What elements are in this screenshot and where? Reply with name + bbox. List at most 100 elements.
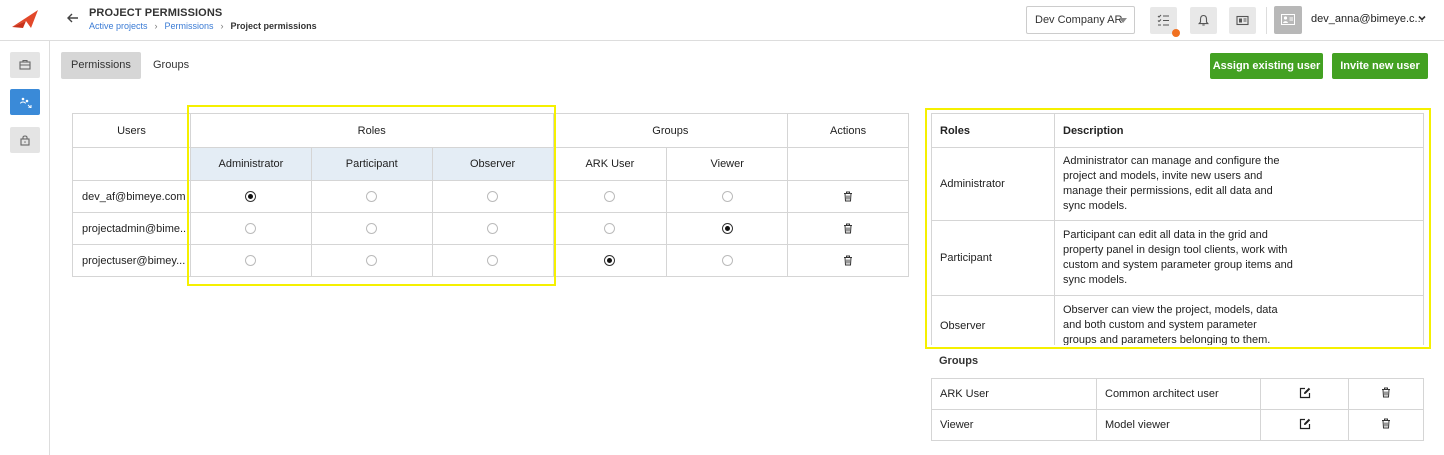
actions-cell	[787, 180, 909, 213]
breadcrumb-active-projects[interactable]: Active projects	[89, 21, 148, 31]
page-title: PROJECT PERMISSIONS	[89, 7, 223, 19]
role-description-cell: Administrator can manage and configure t…	[1054, 147, 1424, 221]
radio-observer[interactable]	[487, 223, 499, 235]
radio-administrator[interactable]	[245, 191, 257, 203]
id-card-button[interactable]	[1229, 7, 1256, 34]
radio-participant[interactable]	[366, 255, 378, 267]
group-cell	[666, 212, 789, 245]
column-header-viewer: Viewer	[666, 147, 789, 181]
tab-groups[interactable]: Groups	[143, 52, 199, 79]
radio-ark-user[interactable]	[604, 223, 616, 235]
bell-icon	[1198, 14, 1209, 26]
role-description: Observer can view the project, models, d…	[1063, 304, 1278, 346]
column-header-participant: Participant	[310, 147, 433, 181]
tasks-button[interactable]	[1150, 7, 1180, 37]
group-description: Model viewer	[1096, 409, 1261, 441]
app-logo-icon[interactable]	[11, 9, 39, 29]
role-cell	[431, 244, 554, 277]
radio-ark-user[interactable]	[604, 191, 616, 203]
edit-icon[interactable]	[1299, 418, 1311, 430]
sidebar-item-security[interactable]	[10, 127, 40, 153]
chevron-down-icon[interactable]	[1417, 13, 1427, 23]
table-row: Participant Participant can edit all dat…	[931, 220, 1424, 296]
checklist-icon	[1157, 14, 1169, 26]
role-description-cell: Participant can edit all data in the gri…	[1054, 220, 1424, 296]
column-header-administrator: Administrator	[189, 147, 312, 181]
company-select-value: Dev Company AR	[1035, 14, 1123, 26]
table-row: dev_af@bimeye.com	[72, 180, 909, 213]
radio-administrator[interactable]	[245, 223, 257, 235]
lock-icon	[20, 135, 30, 146]
notifications-button[interactable]	[1190, 7, 1217, 34]
role-cell	[431, 180, 554, 213]
table-row: Administrator Administrator can manage a…	[931, 147, 1424, 221]
column-header-groups: Groups	[552, 113, 789, 148]
trash-icon[interactable]	[843, 255, 853, 266]
role-cell	[310, 180, 433, 213]
group-cell	[666, 180, 789, 213]
radio-viewer[interactable]	[721, 223, 733, 235]
table-row: ARK User Common architect user	[931, 378, 1424, 410]
radio-administrator[interactable]	[245, 255, 257, 267]
column-header-actions: Actions	[787, 113, 909, 148]
user-email-cell: dev_af@bimeye.com	[72, 180, 191, 213]
breadcrumb-permissions[interactable]: Permissions	[165, 21, 214, 31]
radio-observer[interactable]	[487, 191, 499, 203]
assign-existing-user-button[interactable]: Assign existing user	[1210, 53, 1323, 79]
trash-icon[interactable]	[843, 191, 853, 202]
role-name: Participant	[931, 220, 1055, 296]
user-email-cell: projectadmin@bime...	[72, 212, 191, 245]
radio-participant[interactable]	[366, 223, 378, 235]
role-cell	[189, 244, 312, 277]
group-cell	[552, 212, 668, 245]
invite-new-user-button[interactable]: Invite new user	[1332, 53, 1428, 79]
groups-table: ARK User Common architect user Viewer Mo…	[931, 378, 1424, 441]
chevron-down-icon	[1119, 18, 1127, 23]
breadcrumb-project-permissions: Project permissions	[230, 21, 317, 31]
role-cell	[310, 212, 433, 245]
edit-icon[interactable]	[1299, 387, 1311, 399]
tab-permissions[interactable]: Permissions	[61, 52, 141, 79]
role-description: Administrator can manage and configure t…	[1063, 155, 1280, 212]
role-cell	[431, 212, 554, 245]
groups-section-title: Groups	[931, 345, 1424, 378]
table-row: Viewer Model viewer	[931, 409, 1424, 441]
table-row: projectuser@bimey...	[72, 244, 909, 277]
radio-participant[interactable]	[366, 191, 378, 203]
radio-ark-user[interactable]	[604, 255, 616, 267]
role-name: Administrator	[931, 147, 1055, 221]
top-bar: PROJECT PERMISSIONS Active projects › Pe…	[0, 0, 1444, 41]
group-cell	[552, 244, 668, 277]
user-email-cell: projectuser@bimey...	[72, 244, 191, 277]
radio-observer[interactable]	[487, 255, 499, 267]
radio-viewer[interactable]	[721, 191, 733, 203]
group-description: Common architect user	[1096, 378, 1261, 410]
trash-icon[interactable]	[843, 223, 853, 234]
sidebar-item-permissions[interactable]	[10, 89, 40, 115]
trash-icon[interactable]	[1381, 418, 1391, 429]
role-cell	[310, 244, 433, 277]
empty-header-cell	[72, 147, 191, 181]
permissions-table: Users Roles Groups Actions Administrator…	[72, 113, 909, 277]
breadcrumb-separator: ›	[154, 21, 158, 31]
trash-icon[interactable]	[1381, 387, 1391, 398]
permissions-icon	[20, 97, 32, 108]
column-header-description: Description	[1054, 113, 1424, 148]
column-header-roles: Roles	[931, 113, 1055, 148]
empty-header-cell	[787, 147, 909, 181]
back-arrow-icon[interactable]	[66, 11, 80, 25]
sidebar-item-projects[interactable]	[10, 52, 40, 78]
actions-cell	[787, 244, 909, 277]
avatar[interactable]	[1274, 6, 1302, 34]
role-description: Participant can edit all data in the gri…	[1063, 229, 1293, 286]
company-select[interactable]: Dev Company AR	[1026, 6, 1135, 34]
breadcrumb-separator: ›	[220, 21, 224, 31]
edit-cell	[1259, 409, 1350, 441]
edit-cell	[1259, 378, 1350, 410]
header-divider	[1266, 7, 1267, 34]
column-header-ark-user: ARK User	[552, 147, 668, 181]
radio-viewer[interactable]	[721, 255, 733, 267]
user-email[interactable]: dev_anna@bimeye.c...	[1311, 13, 1424, 25]
actions-cell	[787, 212, 909, 245]
column-header-observer: Observer	[431, 147, 554, 181]
